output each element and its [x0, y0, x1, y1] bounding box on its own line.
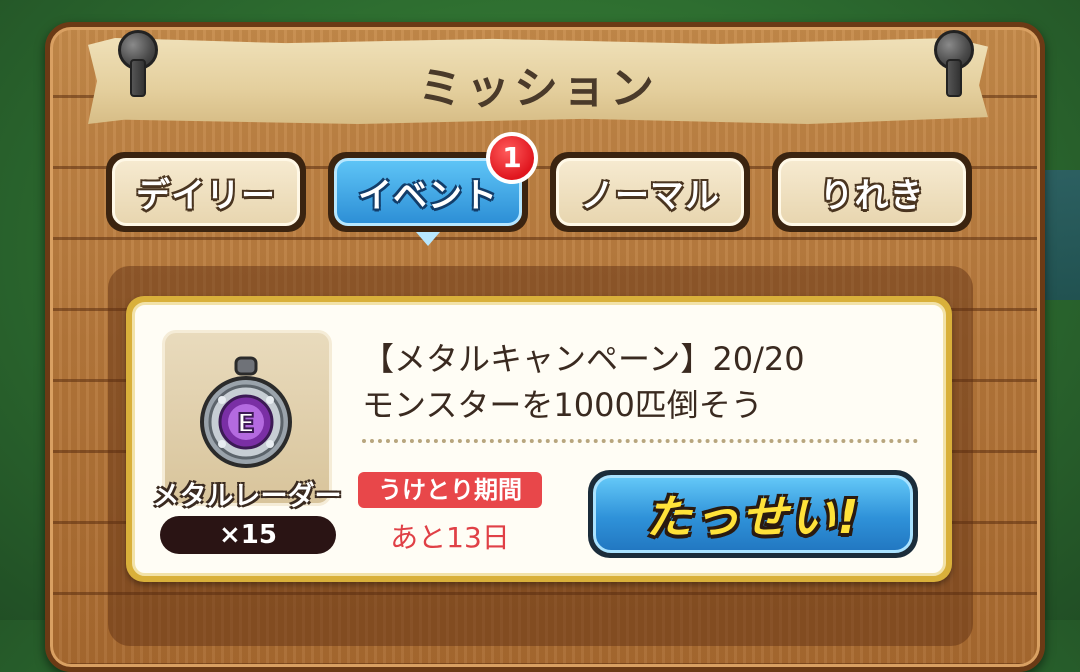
- mission-description: モンスターを1000匹倒そう: [362, 386, 763, 424]
- reward-count: ×15: [160, 516, 336, 554]
- pin-icon: [118, 30, 158, 97]
- achieve-button-label: たっせい!: [593, 475, 913, 553]
- tab-label: りれき: [778, 158, 966, 226]
- metal-radar-icon: E: [196, 356, 296, 476]
- tab-normal[interactable]: ノーマル: [550, 152, 750, 232]
- page-title: ミッション: [418, 63, 658, 114]
- mission-title: 【メタルキャンペーン】20/20: [362, 340, 805, 378]
- tab-history[interactable]: りれき: [772, 152, 972, 232]
- notification-badge: 1: [486, 132, 538, 184]
- active-tab-pointer: [416, 232, 440, 246]
- tab-label: ノーマル: [556, 158, 744, 226]
- reward-name: メタルレーダー: [152, 481, 342, 512]
- radar-letter: E: [237, 409, 255, 439]
- pin-icon: [934, 30, 974, 97]
- tab-label: デイリー: [112, 158, 300, 226]
- period-label: うけとり期間: [358, 472, 542, 508]
- title-banner: ミッション: [88, 38, 988, 124]
- divider: [362, 439, 918, 443]
- tab-daily[interactable]: デイリー: [106, 152, 306, 232]
- achieve-button[interactable]: たっせい!: [588, 470, 918, 558]
- period-remaining: あと13日: [390, 521, 510, 554]
